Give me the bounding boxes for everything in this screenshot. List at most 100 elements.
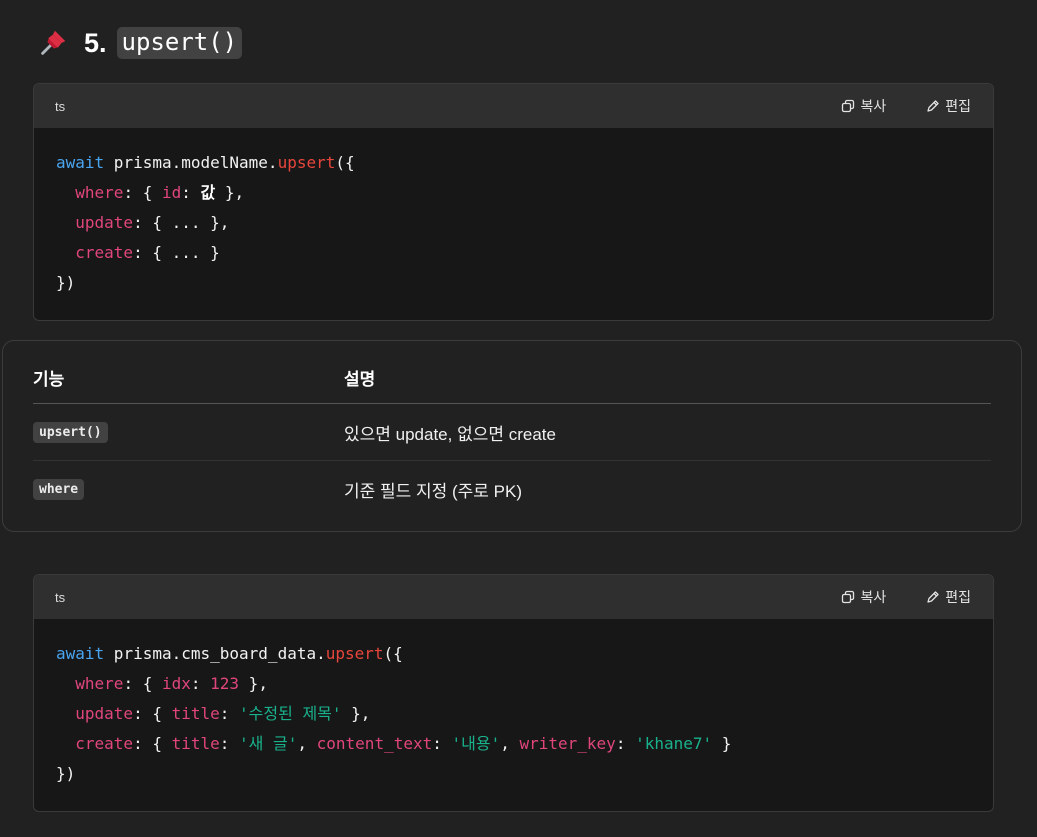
table-cell-feature: upsert() xyxy=(33,404,108,460)
table-row: upsert() 있으면 update, 없으면 create xyxy=(33,404,991,461)
code-block: ts 복사 편집 await prisma.modelName.upsert({… xyxy=(33,83,994,321)
code-token: update xyxy=(75,213,134,232)
table-header-description: 설명 xyxy=(344,369,376,389)
code-token: : xyxy=(190,674,211,693)
code-token: }, xyxy=(239,674,268,693)
code-token: : xyxy=(219,734,240,753)
edit-button[interactable]: 편집 xyxy=(926,96,971,116)
code-line: }) xyxy=(56,268,971,298)
code-token: title xyxy=(171,734,220,753)
code-content: await prisma.cms_board_data.upsert({ whe… xyxy=(34,619,993,789)
heading-inline-code: upsert() xyxy=(116,27,243,59)
code-token: }) xyxy=(56,764,76,783)
code-token: id xyxy=(161,183,182,202)
code-block-header: ts 복사 편집 xyxy=(34,575,993,619)
code-block-actions: 복사 편집 xyxy=(841,96,971,116)
copy-label: 복사 xyxy=(860,589,887,605)
code-line: create: { ... } xyxy=(56,238,971,268)
code-token: '새 글' xyxy=(239,734,298,753)
pushpin-icon xyxy=(41,30,66,55)
code-content: await prisma.modelName.upsert({ where: {… xyxy=(34,128,993,298)
code-token: : { xyxy=(123,674,162,693)
code-token: 'khane7' xyxy=(635,734,713,753)
code-token: : { ... }, xyxy=(133,213,230,232)
code-token: : { xyxy=(133,734,172,753)
code-block: ts 복사 편집 await prisma.cms_board_data.ups… xyxy=(33,574,994,812)
code-token: : xyxy=(219,704,240,723)
code-token: create xyxy=(75,243,134,262)
code-token: } xyxy=(712,734,732,753)
inline-code: upsert() xyxy=(33,421,108,443)
code-token: prisma.modelName. xyxy=(104,153,278,172)
code-token: where xyxy=(75,183,124,202)
code-line: update: { title: '수정된 제목' }, xyxy=(56,699,971,729)
code-token: await xyxy=(56,153,105,172)
code-token: : xyxy=(181,183,201,202)
code-line: await prisma.cms_board_data.upsert({ xyxy=(56,639,971,669)
code-token: content_text xyxy=(316,734,433,753)
heading-number: 5. xyxy=(84,27,107,58)
code-token: : xyxy=(432,734,452,753)
code-token: writer_key xyxy=(519,734,616,753)
table-header-row: 기능 설명 xyxy=(33,341,991,404)
edit-label: 편집 xyxy=(945,589,971,605)
code-token: upsert xyxy=(277,153,336,172)
code-line: create: { title: '새 글', content_text: '내… xyxy=(56,729,971,759)
code-token: create xyxy=(75,734,134,753)
code-token: title xyxy=(171,704,220,723)
table-cell-description: 있으면 update, 없으면 create xyxy=(344,424,556,444)
code-token: upsert xyxy=(325,644,384,663)
code-token: }) xyxy=(56,273,76,292)
code-token: : { ... } xyxy=(133,243,220,262)
copy-label: 복사 xyxy=(860,98,887,114)
code-token: : { xyxy=(123,183,162,202)
copy-icon xyxy=(842,99,855,113)
code-token: : xyxy=(615,734,636,753)
table-row: where 기준 필드 지정 (주로 PK) xyxy=(33,461,991,517)
chat-message-content: 5. upsert() ts 복사 편집 await prisma.modelN… xyxy=(0,0,1037,837)
edit-label: 편집 xyxy=(945,98,971,114)
code-line: await prisma.modelName.upsert({ xyxy=(56,148,971,178)
code-token: 값 xyxy=(200,183,216,202)
inline-code: where xyxy=(33,478,85,500)
table-cell-description: 기준 필드 지정 (주로 PK) xyxy=(344,481,523,501)
code-line: where: { id: 값 }, xyxy=(56,178,971,208)
code-token: idx xyxy=(161,674,191,693)
code-token: }, xyxy=(341,704,371,723)
table-header-feature: 기능 xyxy=(33,369,65,389)
code-language-label: ts xyxy=(55,98,66,114)
code-token: update xyxy=(75,704,134,723)
table-cell-feature: where xyxy=(33,461,85,517)
code-line: where: { idx: 123 }, xyxy=(56,669,971,699)
code-token: }, xyxy=(215,183,245,202)
code-token: 123 xyxy=(210,674,240,693)
code-block-actions: 복사 편집 xyxy=(841,587,971,607)
code-token: '수정된 제목' xyxy=(239,704,342,723)
code-token: await xyxy=(56,644,105,663)
code-line: }) xyxy=(56,759,971,789)
code-token: , xyxy=(500,734,520,753)
feature-table: 기능 설명 upsert() 있으면 update, 없으면 create wh… xyxy=(2,340,1022,532)
code-token: ({ xyxy=(383,644,403,663)
code-token: ({ xyxy=(335,153,355,172)
pencil-icon xyxy=(927,100,939,112)
copy-button[interactable]: 복사 xyxy=(841,96,886,116)
pencil-icon xyxy=(927,591,939,603)
code-line: update: { ... }, xyxy=(56,208,971,238)
copy-button[interactable]: 복사 xyxy=(841,587,886,607)
code-token: '내용' xyxy=(451,734,501,753)
code-token: , xyxy=(297,734,317,753)
section-heading: 5. upsert() xyxy=(36,26,243,60)
code-language-label: ts xyxy=(55,589,66,605)
code-token: : { xyxy=(133,704,172,723)
code-token: prisma.cms_board_data. xyxy=(104,644,326,663)
edit-button[interactable]: 편집 xyxy=(926,587,971,607)
code-block-header: ts 복사 편집 xyxy=(34,84,993,128)
copy-icon xyxy=(842,590,855,604)
